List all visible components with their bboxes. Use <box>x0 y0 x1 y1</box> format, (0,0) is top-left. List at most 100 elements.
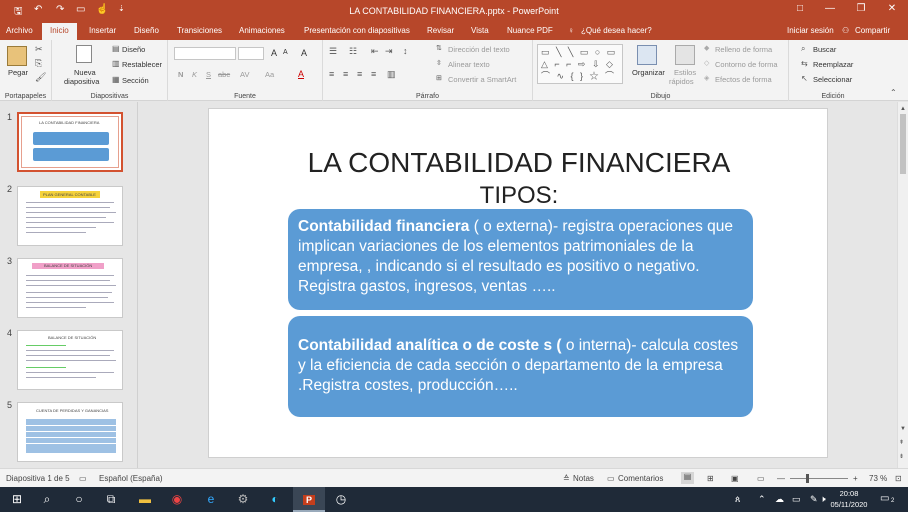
internet-explorer-icon[interactable]: e <box>196 490 226 509</box>
cut-icon[interactable]: ✂ <box>35 44 43 54</box>
strikethrough-button[interactable]: abc <box>218 70 230 79</box>
shape-effects-button[interactable]: Efectos de forma <box>715 75 772 84</box>
new-slide-label[interactable]: Nueva <box>74 68 96 77</box>
shape-fill-button[interactable]: Relleno de forma <box>715 45 772 54</box>
shapes-row-3-icon[interactable]: ⌒ ∿ { } ☆ ⌒ <box>541 71 616 81</box>
quick-styles-label[interactable]: Estilos <box>674 68 696 77</box>
replace-button[interactable]: Reemplazar <box>813 60 853 69</box>
windows-start-icon[interactable]: ⊞ <box>2 490 32 509</box>
thumbnail-slide-1[interactable]: LA CONTABILIDAD FINANCIERA <box>17 112 123 172</box>
tell-me-box[interactable]: ¿Qué desea hacer? <box>581 26 652 35</box>
tab-animaciones[interactable]: Animaciones <box>239 26 285 35</box>
reset-button[interactable]: Restablecer <box>122 60 162 69</box>
zoom-slider-thumb[interactable] <box>806 474 809 483</box>
shapes-row-1-icon[interactable]: ▭ ╲ ╲ ▭ ○ ▭ <box>541 47 617 57</box>
quick-styles-icon[interactable] <box>675 45 695 65</box>
change-case-button[interactable]: Aa <box>265 70 274 79</box>
vertical-scrollbar[interactable]: ▲ ▼ ⇞ ⇟ <box>897 102 908 468</box>
align-right-icon[interactable]: ≡ <box>357 69 362 79</box>
grow-font-button[interactable]: A <box>271 48 277 58</box>
new-slide-label-2[interactable]: diapositiva <box>64 77 99 86</box>
thumbnail-slide-2[interactable]: PLAN GENERAL CONTABLE <box>17 186 123 246</box>
zoom-slider-track[interactable] <box>790 478 848 479</box>
line-spacing-icon[interactable]: ↕ <box>403 46 408 56</box>
columns-icon[interactable]: ▥ <box>387 69 396 79</box>
normal-view-icon[interactable]: ▤ <box>681 472 694 484</box>
font-size-input[interactable] <box>238 47 264 60</box>
new-slide-icon[interactable] <box>76 45 92 63</box>
tab-vista[interactable]: Vista <box>471 26 489 35</box>
show-hidden-icons[interactable]: ⌃ <box>758 494 766 505</box>
layout-button[interactable]: Diseño <box>122 45 145 54</box>
select-button[interactable]: Seleccionar <box>813 75 852 84</box>
shape-outline-button[interactable]: Contorno de forma <box>715 60 778 69</box>
font-name-input[interactable] <box>174 47 236 60</box>
task-view-icon[interactable]: ⧉ <box>96 490 126 509</box>
close-button[interactable]: ✕ <box>882 3 902 19</box>
previous-slide-icon[interactable]: ⇞ <box>899 438 904 448</box>
tab-archivo[interactable]: Archivo <box>6 26 33 35</box>
text-direction-button[interactable]: Dirección del texto <box>448 45 510 54</box>
increase-indent-icon[interactable]: ⇥ <box>385 46 393 56</box>
tab-insertar[interactable]: Insertar <box>89 26 116 35</box>
scroll-down-icon[interactable]: ▼ <box>900 424 906 434</box>
volume-icon[interactable]: 🕨 <box>820 494 826 505</box>
language-indicator[interactable]: Español (España) <box>99 474 163 483</box>
copy-icon[interactable]: ⎘ <box>35 58 42 68</box>
tab-revisar[interactable]: Revisar <box>427 26 454 35</box>
slideshow-view-icon[interactable]: ▭ <box>757 474 765 483</box>
shapes-gallery[interactable]: ▭ ╲ ╲ ▭ ○ ▭ △ ⌐ ⌐ ⇨ ⇩ ◇ ⌒ ∿ { } ☆ ⌒ <box>537 44 623 84</box>
notes-button[interactable]: Notas <box>573 474 594 483</box>
arrange-button[interactable]: Organizar <box>632 68 665 77</box>
clock-app-icon[interactable]: ◷ <box>326 490 356 509</box>
search-taskbar-icon[interactable]: ⌕ <box>32 490 62 509</box>
paste-icon[interactable] <box>7 46 27 66</box>
app-icon[interactable]: ⚙ <box>228 490 258 509</box>
arrange-icon[interactable] <box>637 45 657 65</box>
thumbnail-slide-3[interactable]: BALANCE DE SITUACIÓN <box>17 258 123 318</box>
people-icon[interactable]: ጰ <box>735 494 740 505</box>
clock-time[interactable]: 20:08 <box>838 489 860 498</box>
content-box-analitica[interactable]: Contabilidad analítica o de coste s ( o … <box>288 316 753 417</box>
bullets-icon[interactable]: ☰ <box>329 46 337 56</box>
tab-inicio[interactable]: Inicio <box>42 23 77 40</box>
tab-nuance-pdf[interactable]: Nuance PDF <box>507 26 553 35</box>
slide-title[interactable]: LA CONTABILIDAD FINANCIERA <box>209 147 829 179</box>
current-slide[interactable]: LA CONTABILIDAD FINANCIERA TIPOS: Contab… <box>208 108 828 458</box>
numbering-icon[interactable]: ☷ <box>349 46 357 56</box>
thumbnail-slide-4[interactable]: BALANCE DE SITUACIÓN <box>17 330 123 390</box>
powerpoint-icon[interactable]: P <box>294 490 324 509</box>
find-button[interactable]: Buscar <box>813 45 836 54</box>
edge-icon[interactable]: ◐ <box>260 490 290 509</box>
zoom-in-icon[interactable]: + <box>853 474 858 483</box>
next-slide-icon[interactable]: ⇟ <box>899 452 904 462</box>
fit-slide-icon[interactable]: ⊡ <box>895 474 902 483</box>
minimize-button[interactable]: — <box>820 3 840 19</box>
thumbnail-slide-5[interactable]: CUENTA DE PERDIDAS Y GANANCIAS <box>17 402 123 462</box>
action-center-icon[interactable]: ▭ <box>880 493 889 504</box>
underline-button[interactable]: S <box>206 70 211 79</box>
tab-diseno[interactable]: Diseño <box>134 26 159 35</box>
comments-button[interactable]: Comentarios <box>618 474 663 483</box>
pen-icon[interactable]: ✎ <box>810 494 818 505</box>
shrink-font-button[interactable]: A <box>283 49 288 56</box>
zoom-level[interactable]: 73 % <box>869 474 887 483</box>
paste-label[interactable]: Pegar <box>8 68 28 77</box>
quick-styles-label-2[interactable]: rápidos <box>669 77 694 86</box>
battery-icon[interactable]: ▭ <box>792 494 801 505</box>
justify-icon[interactable]: ≡ <box>371 69 376 79</box>
shapes-row-2-icon[interactable]: △ ⌐ ⌐ ⇨ ⇩ ◇ <box>541 59 615 69</box>
sign-in-link[interactable]: Iniciar sesión <box>787 26 834 35</box>
content-box-financiera[interactable]: Contabilidad financiera ( o externa)- re… <box>288 209 753 310</box>
reading-view-icon[interactable]: ▣ <box>731 474 739 483</box>
italic-button[interactable]: K <box>192 70 197 79</box>
char-spacing-button[interactable]: AV <box>240 70 249 79</box>
file-explorer-icon[interactable]: ▬ <box>130 490 160 509</box>
scroll-up-icon[interactable]: ▲ <box>900 104 906 114</box>
format-painter-icon[interactable]: 🖌 <box>35 72 46 82</box>
chrome-icon[interactable]: ◉ <box>162 490 192 509</box>
clock-date[interactable]: 05/11/2020 <box>828 500 870 509</box>
share-button[interactable]: Compartir <box>855 26 890 35</box>
section-button[interactable]: Sección <box>122 76 149 85</box>
slide-sorter-icon[interactable]: ⊞ <box>707 474 714 483</box>
